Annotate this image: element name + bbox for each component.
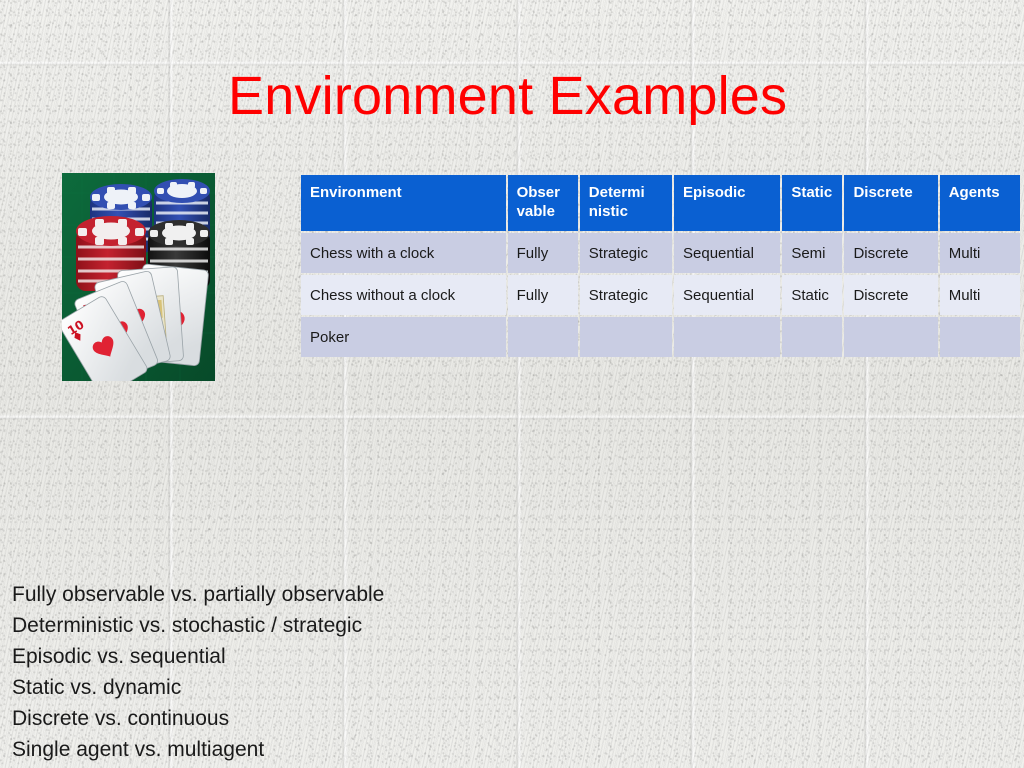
- header-line-1: Discrete: [853, 184, 913, 201]
- header-line-2: vable: [516, 203, 555, 220]
- dimension-line: Discrete vs. continuous: [12, 707, 230, 730]
- column-header-environment: Environment: [301, 175, 506, 231]
- column-header-static: Static: [782, 175, 843, 231]
- column-header-deterministic: Determi nistic: [579, 175, 673, 231]
- table-row: Chess without a clock Fully Strategic Se…: [301, 275, 1020, 315]
- cell-observable: Fully: [507, 275, 578, 315]
- column-header-agents: Agents: [939, 175, 1020, 231]
- cell-agents: Multi: [939, 275, 1020, 315]
- cell-environment: Chess with a clock: [301, 233, 506, 273]
- cell-discrete: Discrete: [844, 275, 938, 315]
- header-line-1: Obser: [516, 184, 560, 201]
- cell-static: Static: [782, 275, 843, 315]
- cell-deterministic: Strategic: [579, 233, 673, 273]
- cell-observable: [507, 317, 578, 357]
- dimension-line: Single agent vs. multiagent: [12, 738, 265, 761]
- cell-observable: Fully: [507, 233, 578, 273]
- table-header-row: Environment Obser vable Determi nistic E…: [301, 175, 1020, 231]
- cell-discrete: [844, 317, 938, 357]
- header-line-1: Agents: [948, 184, 1000, 201]
- table-row: Chess with a clock Fully Strategic Seque…: [301, 233, 1020, 273]
- header-line-2: nistic: [588, 203, 628, 220]
- cell-deterministic: [579, 317, 673, 357]
- cell-agents: Multi: [939, 233, 1020, 273]
- header-line-1: Episodic: [683, 184, 746, 201]
- column-header-discrete: Discrete: [844, 175, 938, 231]
- cell-deterministic: Strategic: [579, 275, 673, 315]
- dimension-line: Static vs. dynamic: [12, 676, 182, 699]
- poker-chips-and-cards-photo: A K Q J: [62, 173, 215, 381]
- page-title: Environment Examples: [228, 66, 788, 126]
- column-header-episodic: Episodic: [674, 175, 781, 231]
- dimension-line: Fully observable vs. partially observabl…: [12, 583, 385, 606]
- poker-photo-graphic: A K Q J: [62, 173, 215, 381]
- header-line-1: Determi: [588, 184, 645, 201]
- cell-agents: [939, 317, 1020, 357]
- dimension-line: Episodic vs. sequential: [12, 645, 226, 668]
- header-line-1: Static: [791, 184, 833, 201]
- cell-discrete: Discrete: [844, 233, 938, 273]
- table-row: Poker: [301, 317, 1020, 357]
- environment-dimensions-list: Fully observable vs. partially observabl…: [12, 579, 384, 765]
- header-line-1: Environment: [310, 184, 402, 201]
- column-header-observable: Obser vable: [507, 175, 578, 231]
- cell-environment: Poker: [301, 317, 506, 357]
- dimension-line: Deterministic vs. stochastic / strategic: [12, 614, 363, 637]
- cell-static: Semi: [782, 233, 843, 273]
- cell-static: [782, 317, 843, 357]
- cell-episodic: Sequential: [674, 233, 781, 273]
- environment-examples-table: Environment Obser vable Determi nistic E…: [299, 173, 1022, 359]
- cell-environment: Chess without a clock: [301, 275, 506, 315]
- cell-episodic: Sequential: [674, 275, 781, 315]
- cell-episodic: [674, 317, 781, 357]
